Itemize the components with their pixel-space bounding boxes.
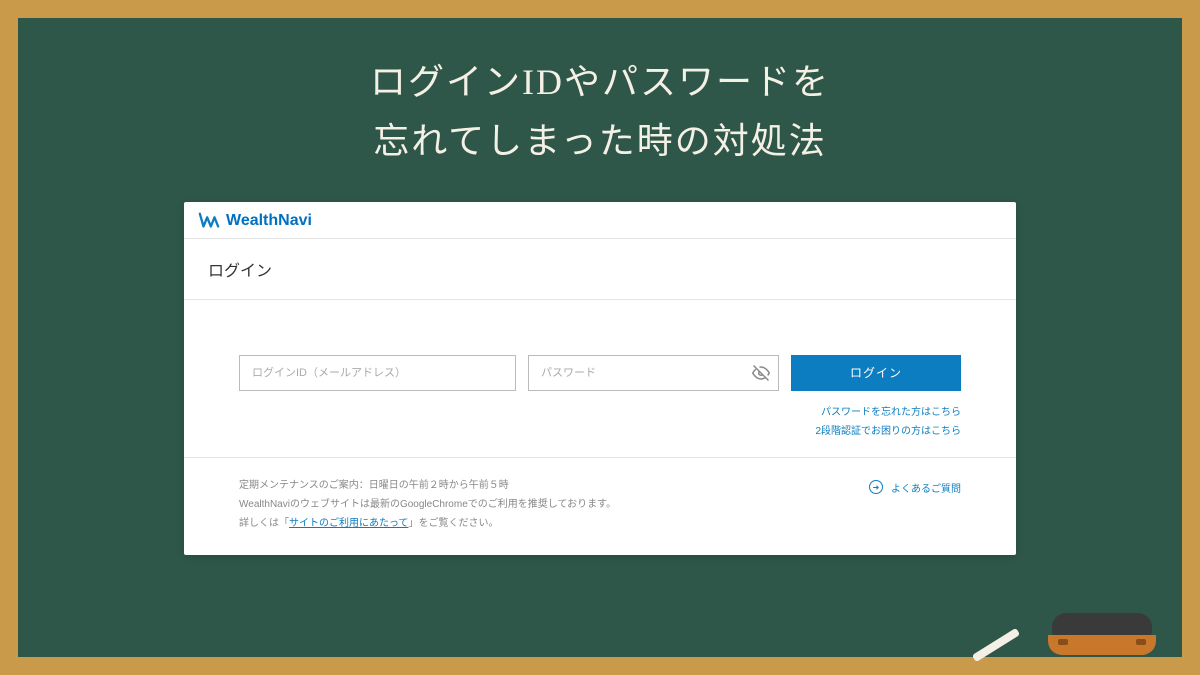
- chalk-icon: [972, 628, 1020, 662]
- footer-area: 定期メンテナンスのご案内：日曜日の午前２時から午前５時 WealthNaviのウ…: [184, 457, 1016, 555]
- login-button[interactable]: ログイン: [791, 355, 961, 391]
- brand-name: WealthNavi: [226, 212, 312, 230]
- eraser-icon: [1052, 613, 1152, 655]
- title-line-1: ログインIDやパスワードを: [18, 53, 1182, 112]
- chalkboard-background: ログインIDやパスワードを 忘れてしまった時の対処法 WealthNavi ログ…: [18, 18, 1182, 657]
- title-line-2: 忘れてしまった時の対処法: [18, 112, 1182, 171]
- login-form: ログイン パスワードを忘れた方はこちら 2段階認証でお困りの方はこちら: [184, 300, 1016, 457]
- page-title: ログインIDやパスワードを 忘れてしまった時の対処法: [18, 53, 1182, 172]
- faq-link[interactable]: ➜ よくあるご質問: [869, 480, 961, 495]
- browser-note: WealthNaviのウェブサイトは最新のGoogleChromeでのご利用を推…: [239, 495, 616, 514]
- arrow-right-circle-icon: ➜: [869, 480, 883, 494]
- login-panel: WealthNavi ログイン ログイン: [184, 202, 1016, 555]
- page-heading-row: ログイン: [184, 239, 1016, 300]
- site-usage-link[interactable]: サイトのご利用にあたって: [289, 518, 409, 529]
- password-field-wrap: [528, 355, 779, 391]
- brand-header: WealthNavi: [184, 202, 1016, 239]
- forgot-password-link[interactable]: パスワードを忘れた方はこちら: [821, 403, 961, 418]
- faq-label: よくあるご質問: [891, 480, 961, 495]
- detail-note: 詳しくは「サイトのご利用にあたって」をご覧ください。: [239, 514, 616, 533]
- eye-off-icon[interactable]: [751, 363, 771, 383]
- footer-text: 定期メンテナンスのご案内：日曜日の午前２時から午前５時 WealthNaviのウ…: [239, 476, 616, 533]
- help-links: パスワードを忘れた方はこちら 2段階認証でお困りの方はこちら: [239, 403, 961, 437]
- maintenance-note: 定期メンテナンスのご案内：日曜日の午前２時から午前５時: [239, 476, 616, 495]
- form-row: ログイン: [239, 355, 961, 391]
- two-factor-help-link[interactable]: 2段階認証でお困りの方はこちら: [815, 422, 961, 437]
- login-id-input[interactable]: [239, 355, 516, 391]
- password-input[interactable]: [528, 355, 779, 391]
- login-heading: ログイン: [208, 257, 992, 281]
- wealthnavi-logo-icon: [198, 210, 220, 232]
